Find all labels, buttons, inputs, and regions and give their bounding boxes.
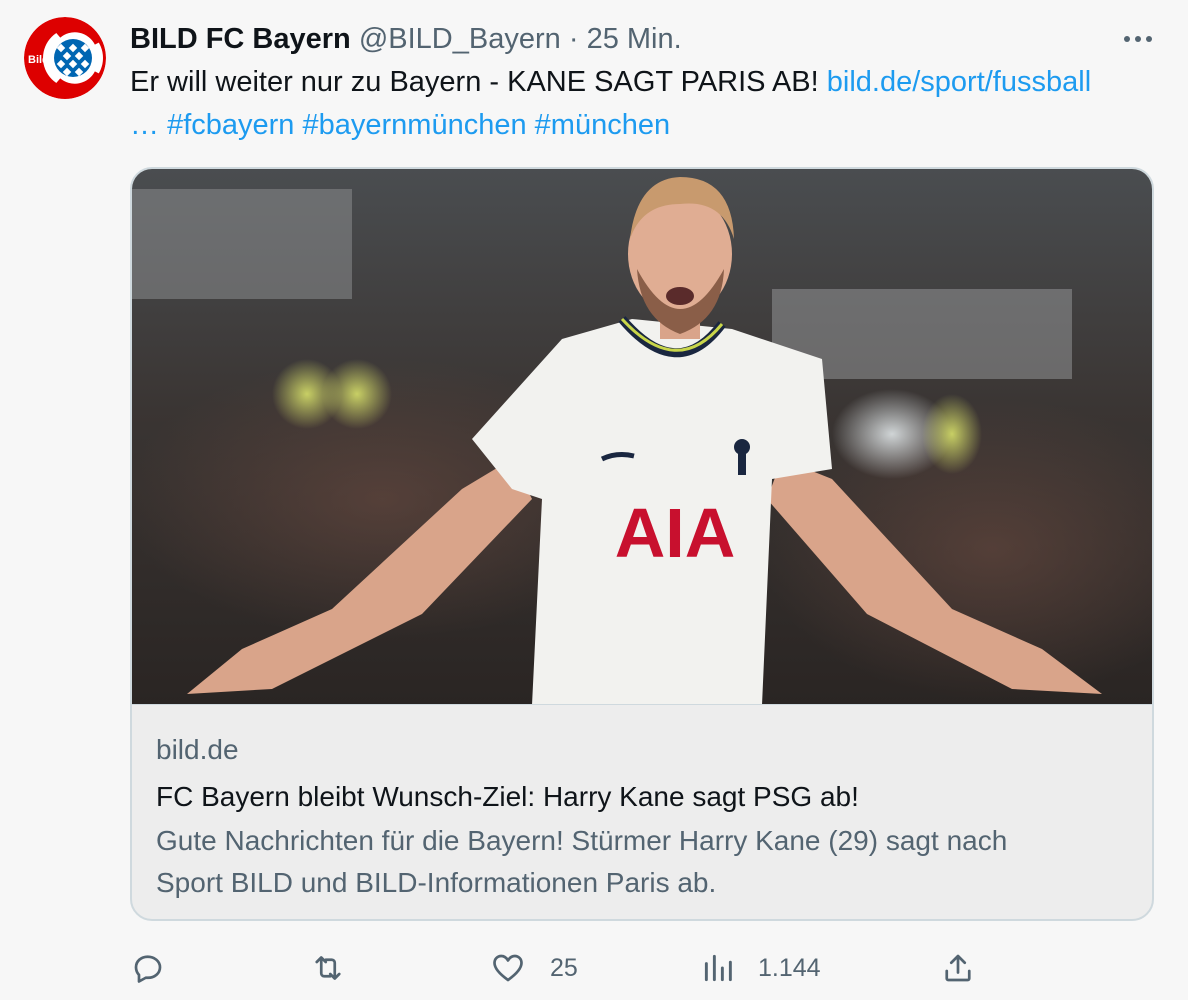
timestamp[interactable]: 25 Min. [587,23,682,55]
retweet-icon [315,956,341,980]
card-image: AIA [132,169,1152,705]
hashtag-fcbayern[interactable]: #fcbayern [167,109,294,141]
hashtag-muenchen[interactable]: #münchen [535,109,670,141]
tweet-actions: 25 1.144 [130,946,1160,990]
like-button[interactable]: 25 [490,946,578,990]
sponsor-text: AIA [615,494,736,572]
tweet-text: Er will weiter nur zu Bayern - KANE SAGT… [130,61,1160,147]
tweet-link[interactable]: bild.de/sport/fussball [827,66,1091,98]
card-description-line-2: Sport BILD und BILD-Informationen Paris … [156,867,717,898]
display-name[interactable]: BILD FC Bayern [130,23,351,55]
card-domain: bild.de [156,734,239,765]
bild-fc-bayern-logo: Bild [24,17,106,99]
card-title: FC Bayern bleibt Wunsch-Ziel: Harry Kane… [156,781,859,812]
views-count: 1.144 [758,953,821,982]
reply-icon [134,955,162,983]
hashtag-bayernmuenchen[interactable]: #bayernmünchen [302,109,526,141]
share-icon [945,954,971,982]
views-chart-icon [704,954,732,982]
share-button[interactable] [940,946,1000,990]
heart-icon [493,954,523,982]
avatar[interactable]: Bild [24,17,106,99]
card-description-line-1: Gute Nachrichten für die Bayern! Stürmer… [156,825,1008,856]
card-description: Gute Nachrichten für die Bayern! Stürmer… [156,820,1136,904]
tweet-body: Er will weiter nur zu Bayern - KANE SAGT… [130,66,827,98]
more-dots-icon [1124,36,1152,42]
views-button[interactable]: 1.144 [702,946,821,990]
user-handle[interactable]: @BILD_Bayern [359,23,561,55]
like-count: 25 [550,953,578,982]
retweet-button[interactable] [310,946,370,990]
avatar-brand-text: Bild [28,54,49,66]
separator-dot: · [568,23,579,55]
link-preview-card[interactable]: AIA bild.de FC Bayern bleibt Wunsch-Ziel… [130,167,1154,921]
reply-button[interactable] [130,946,190,990]
card-divider [132,704,1152,705]
more-options-button[interactable] [1118,22,1158,56]
link-ellipsis[interactable]: … [130,109,159,141]
tweet-header: BILD FC Bayern @BILD_Bayern · 25 Min. [130,20,682,58]
